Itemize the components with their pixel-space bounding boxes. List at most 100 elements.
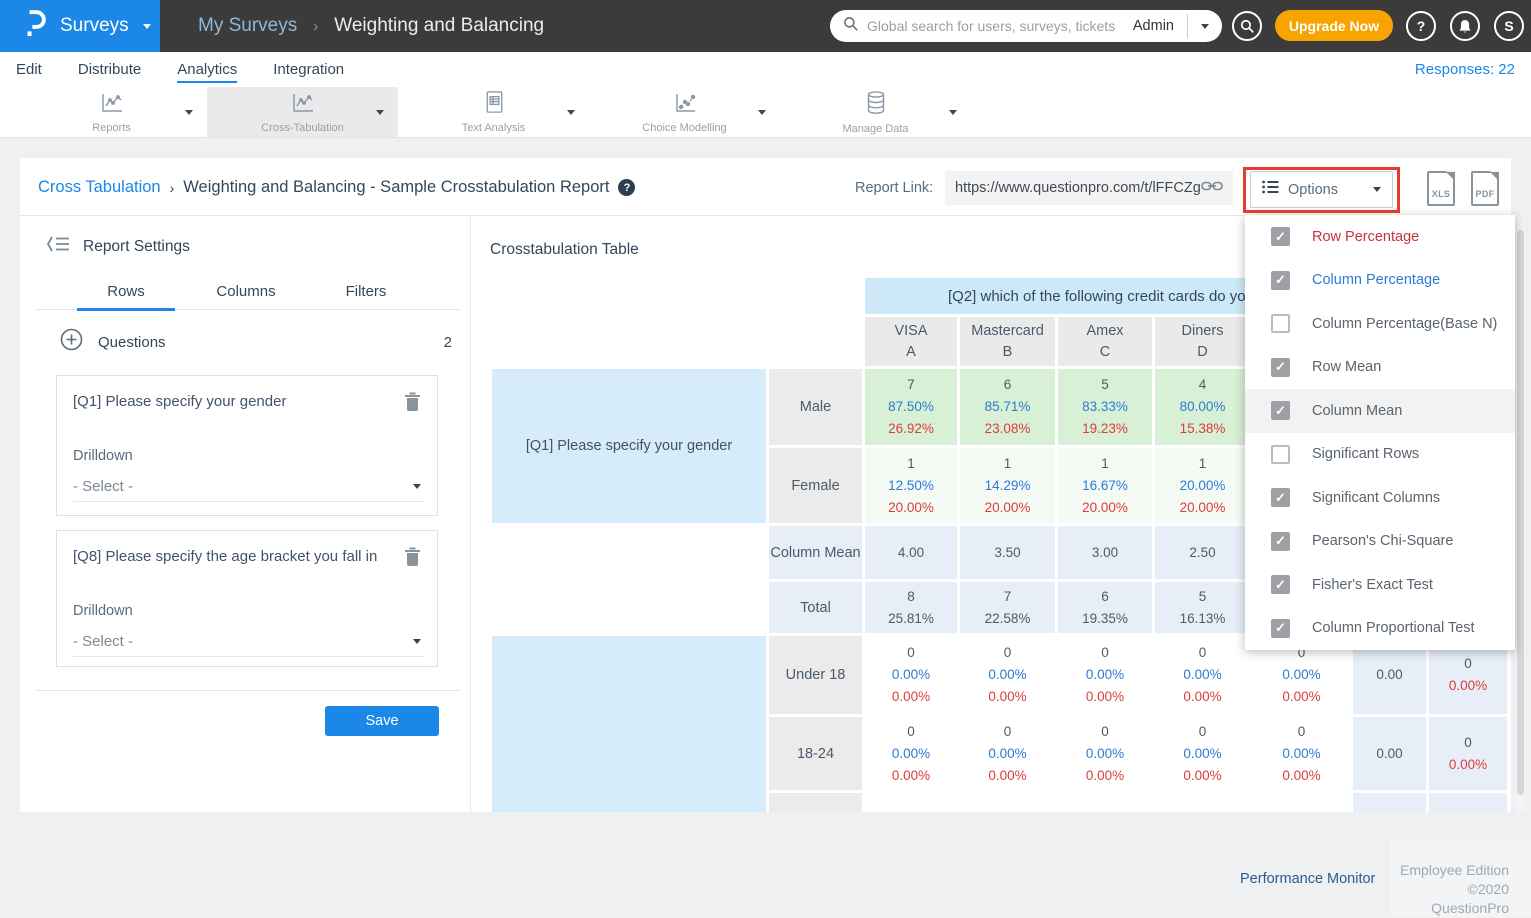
- table-cell: 00.00%: [1429, 717, 1507, 790]
- export-xls-button[interactable]: XLS: [1427, 171, 1456, 208]
- options-button[interactable]: Options: [1250, 171, 1393, 208]
- cell-value: 15.38%: [1155, 418, 1250, 440]
- scrollbar-thumb[interactable]: [1517, 230, 1524, 795]
- table-cell: 116.67%20.00%: [1058, 448, 1152, 523]
- table-cell: 120.00%20.00%: [1155, 448, 1250, 523]
- table-cell: 00.00%0.00%: [1155, 717, 1250, 790]
- option-row-mean[interactable]: ✓Row Mean: [1245, 346, 1515, 390]
- option-fisher-s-exact-test[interactable]: ✓Fisher's Exact Test: [1245, 563, 1515, 607]
- chevron-down-icon[interactable]: [949, 110, 957, 115]
- nav-tab-distribute[interactable]: Distribute: [78, 61, 141, 78]
- checkbox-unchecked-icon[interactable]: [1271, 314, 1290, 333]
- cell-value: 14.29%: [960, 475, 1055, 497]
- cell-value: 1: [865, 453, 957, 475]
- performance-monitor-link[interactable]: Performance Monitor: [1240, 871, 1375, 887]
- checkbox-checked-icon[interactable]: ✓: [1271, 619, 1290, 638]
- option-pearson-s-chi-square[interactable]: ✓Pearson's Chi-Square: [1245, 520, 1515, 564]
- toolbar-item-text-analysis[interactable]: Text Analysis: [398, 87, 589, 137]
- table-cell: 00.00%0.00%: [1253, 717, 1350, 790]
- breadcrumb-my-surveys[interactable]: My Surveys: [198, 15, 297, 37]
- line-chart-icon: [99, 91, 125, 120]
- cell-value: 23.08%: [960, 418, 1055, 440]
- toolbar-item-manage-data[interactable]: Manage Data: [780, 87, 971, 137]
- drilldown-select[interactable]: - Select -: [73, 627, 425, 657]
- checkbox-checked-icon[interactable]: ✓: [1271, 227, 1290, 246]
- link-icon[interactable]: [1201, 179, 1223, 198]
- toolbar-item-choice-modelling[interactable]: Choice Modelling: [589, 87, 780, 137]
- avatar[interactable]: S: [1494, 11, 1524, 41]
- cell-value: 2.50: [1155, 542, 1250, 564]
- nav-tab-analytics[interactable]: Analytics: [177, 61, 237, 78]
- vertical-scrollbar[interactable]: [1516, 220, 1525, 812]
- option-column-percentage-base-n[interactable]: Column Percentage(Base N): [1245, 302, 1515, 346]
- responses-count[interactable]: Responses: 22: [1415, 52, 1515, 87]
- option-label: Column Percentage: [1312, 272, 1440, 288]
- settings-tab-columns[interactable]: Columns: [186, 276, 306, 309]
- checkbox-checked-icon[interactable]: ✓: [1271, 532, 1290, 551]
- delete-question-button[interactable]: [404, 391, 421, 416]
- cell-value: 0.00%: [1253, 664, 1350, 686]
- export-pdf-button[interactable]: PDF: [1471, 171, 1500, 208]
- checkbox-checked-icon[interactable]: ✓: [1271, 271, 1290, 290]
- chevron-down-icon[interactable]: [185, 110, 193, 115]
- option-significant-rows[interactable]: Significant Rows: [1245, 433, 1515, 477]
- nav-tab-edit[interactable]: Edit: [16, 61, 42, 78]
- option-significant-columns[interactable]: ✓Significant Columns: [1245, 476, 1515, 520]
- option-column-percentage[interactable]: ✓ Column Percentage: [1245, 259, 1515, 303]
- notifications-button[interactable]: [1450, 11, 1480, 41]
- options-button-label: Options: [1288, 182, 1364, 198]
- questionpro-logo-icon: [24, 9, 48, 44]
- toolbar-item-cross-tabulation[interactable]: Cross-Tabulation: [207, 87, 398, 137]
- cell-value: 85.71%: [960, 396, 1055, 418]
- nav-tab-integration[interactable]: Integration: [273, 61, 344, 78]
- cell-value: 0: [1253, 721, 1350, 743]
- collapse-panel-icon[interactable]: [46, 235, 70, 258]
- cell-value: 3.00: [1058, 542, 1152, 564]
- settings-tab-filters[interactable]: Filters: [306, 276, 426, 309]
- help-icon[interactable]: ?: [618, 179, 635, 196]
- option-column-mean[interactable]: ✓Column Mean: [1245, 389, 1515, 433]
- cell-value: 20.00%: [1058, 497, 1152, 519]
- drilldown-select[interactable]: - Select -: [73, 472, 425, 502]
- checkbox-unchecked-icon[interactable]: [1271, 445, 1290, 464]
- search-button[interactable]: [1232, 11, 1262, 41]
- search-input[interactable]: [858, 18, 1129, 34]
- settings-tabs: RowsColumnsFilters: [36, 276, 460, 310]
- cell-value: 6: [1058, 586, 1152, 608]
- chevron-down-icon[interactable]: [376, 110, 384, 115]
- checkbox-checked-icon[interactable]: ✓: [1271, 358, 1290, 377]
- checkbox-checked-icon[interactable]: ✓: [1271, 401, 1290, 420]
- add-question-icon[interactable]: [60, 328, 83, 356]
- breadcrumb: My Surveys › Weighting and Balancing: [198, 0, 544, 52]
- cell-value: 7: [960, 586, 1055, 608]
- chevron-down-icon[interactable]: [758, 110, 766, 115]
- toolbar-item-reports[interactable]: Reports: [16, 87, 207, 137]
- cell-value: 0.00%: [1058, 686, 1152, 708]
- database-icon: [864, 90, 888, 121]
- table-row-label: Female: [769, 448, 862, 523]
- cross-tabulation-link[interactable]: Cross Tabulation: [38, 178, 161, 197]
- analytics-toolbar: ReportsCross-TabulationText AnalysisChoi…: [0, 87, 1531, 138]
- search-scope-dropdown[interactable]: [1188, 24, 1222, 29]
- table-cell: [1253, 793, 1350, 812]
- option-row-percentage[interactable]: ✓Row Percentage: [1245, 215, 1515, 259]
- search-scope[interactable]: Admin: [1129, 18, 1187, 34]
- nav-tab-label: Integration: [273, 61, 344, 78]
- settings-tab-rows[interactable]: Rows: [66, 276, 186, 309]
- report-link-url[interactable]: https://www.questionpro.com/t/lFFCZg: [955, 180, 1201, 196]
- cell-value: 26.92%: [865, 418, 957, 440]
- table-cell: 00.00%0.00%: [1058, 636, 1152, 714]
- product-switcher[interactable]: Surveys: [0, 0, 160, 52]
- help-button[interactable]: ?: [1406, 11, 1436, 41]
- upgrade-now-button[interactable]: Upgrade Now: [1275, 10, 1393, 41]
- table-row-label: 18-24: [769, 717, 862, 790]
- save-button[interactable]: Save: [325, 706, 439, 736]
- cell-value: 0.00%: [1253, 686, 1350, 708]
- table-cell: 00.00%0.00%: [1058, 717, 1152, 790]
- checkbox-checked-icon[interactable]: ✓: [1271, 575, 1290, 594]
- option-column-proportional-test[interactable]: ✓Column Proportional Test: [1245, 607, 1515, 651]
- chevron-down-icon[interactable]: [567, 110, 575, 115]
- report-link-field[interactable]: https://www.questionpro.com/t/lFFCZg: [945, 171, 1233, 205]
- checkbox-checked-icon[interactable]: ✓: [1271, 488, 1290, 507]
- delete-question-button[interactable]: [404, 546, 421, 571]
